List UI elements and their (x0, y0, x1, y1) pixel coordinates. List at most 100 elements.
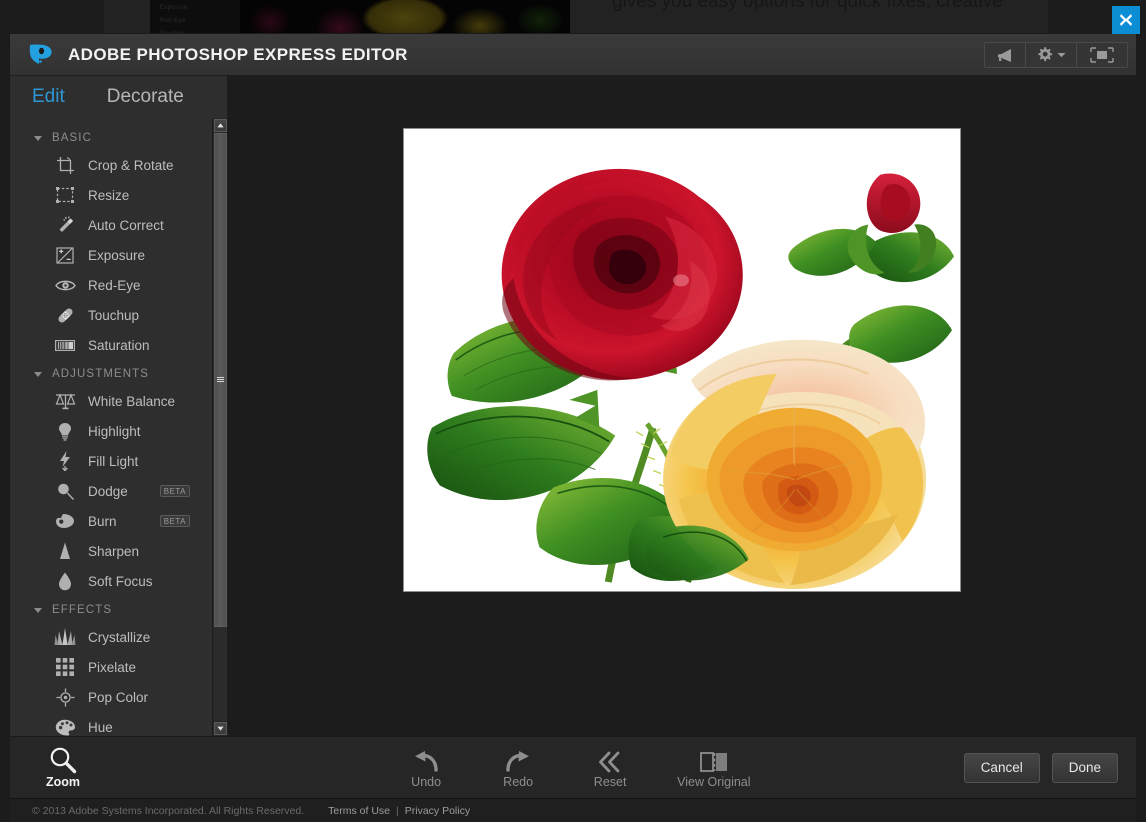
group-title: EFFECTS (52, 604, 113, 616)
eye-icon (54, 275, 76, 295)
sidebar-item-label: White Balance (88, 393, 176, 409)
sidebar-item-crop-rotate[interactable]: Crop & Rotate (10, 150, 212, 180)
magnifier-icon (50, 747, 77, 774)
fullscreen-button[interactable] (1077, 43, 1127, 67)
tools-panel-wrap: BASIC Crop & Rotate Resize Auto Correct … (10, 118, 227, 736)
sidebar-item-fill-light[interactable]: Fill Light (10, 446, 212, 476)
sidebar-item-label: Pixelate (88, 659, 137, 675)
view-original-button[interactable]: View Original (677, 747, 751, 789)
compare-icon (699, 747, 729, 773)
sidebar-item-auto-correct[interactable]: Auto Correct (10, 210, 212, 240)
app-title: ADOBE PHOTOSHOP EXPRESS EDITOR (68, 44, 408, 64)
pixelate-icon (54, 657, 76, 677)
chevron-down-icon (34, 135, 42, 141)
footer-separator: | (396, 804, 399, 817)
megaphone-icon (998, 48, 1011, 62)
undo-icon (412, 747, 440, 773)
sidebar-item-label: Saturation (88, 337, 150, 353)
scrollbar-thumb[interactable] (213, 133, 227, 627)
tools-panel: BASIC Crop & Rotate Resize Auto Correct … (10, 118, 212, 736)
scrollbar-track[interactable] (213, 133, 227, 721)
sidebar-item-label: Touchup (88, 307, 140, 323)
sidebar-item-red-eye[interactable]: Red-Eye (10, 270, 212, 300)
redo-icon (504, 747, 532, 773)
resize-icon (54, 185, 76, 205)
group-header-adjustments[interactable]: ADJUSTMENTS (10, 360, 212, 386)
sidebar-item-pixelate[interactable]: Pixelate (10, 652, 212, 682)
sidebar-item-exposure[interactable]: Exposure (10, 240, 212, 270)
bottom-toolbar: Zoom Undo Redo Reset View Original Cance… (10, 736, 1136, 798)
zoom-button[interactable]: Zoom (32, 746, 94, 789)
lightning-icon (54, 451, 76, 471)
crop-icon (54, 155, 76, 175)
pop-color-icon (54, 687, 76, 707)
exposure-icon (54, 245, 76, 265)
reset-icon (597, 747, 623, 773)
sidebar-item-label: Burn (88, 513, 117, 529)
sidebar-item-label: Crop & Rotate (88, 157, 174, 173)
group-header-effects[interactable]: EFFECTS (10, 596, 212, 622)
scales-icon (54, 391, 76, 411)
toolbar-center: Undo Redo Reset View Original (188, 747, 964, 789)
toolbar-actions: Cancel Done (963, 752, 1118, 783)
sidebar-item-touchup[interactable]: Touchup (10, 300, 212, 330)
photoshop-express-editor-window: ADOBE PHOTOSHOP EXPRESS EDITOR Edit Deco… (10, 34, 1136, 822)
redo-button[interactable]: Redo (493, 747, 543, 789)
done-button[interactable]: Done (1051, 752, 1118, 783)
crystallize-icon (54, 627, 76, 647)
chevron-down-icon (216, 726, 224, 731)
privacy-policy-link[interactable]: Privacy Policy (405, 805, 470, 817)
redo-label: Redo (503, 774, 534, 789)
sidebar-item-highlight[interactable]: Highlight (10, 416, 212, 446)
lightbulb-icon (54, 421, 76, 441)
copyright-text: © 2013 Adobe Systems Incorporated. All R… (32, 804, 305, 817)
tab-decorate[interactable]: Decorate (107, 86, 184, 108)
beta-badge: BETA (159, 485, 190, 497)
sidebar-item-label: Exposure (88, 247, 146, 263)
sidebar-item-dodge[interactable]: Dodge BETA (10, 476, 212, 506)
scrollbar-grip-icon (216, 376, 224, 383)
sidebar-item-resize[interactable]: Resize (10, 180, 212, 210)
chevron-down-icon (1057, 52, 1066, 57)
chevron-down-icon (34, 607, 42, 613)
burn-icon (54, 511, 76, 531)
photoshop-express-logo (29, 44, 52, 64)
feedback-button[interactable] (985, 42, 1026, 67)
sidebar-item-crystallize[interactable]: Crystallize (10, 622, 212, 652)
sidebar-item-soft-focus[interactable]: Soft Focus (10, 566, 212, 596)
chevron-down-icon (34, 371, 42, 377)
titlebar: ADOBE PHOTOSHOP EXPRESS EDITOR (10, 34, 1136, 76)
terms-of-use-link[interactable]: Terms of Use (328, 805, 390, 817)
sidebar-item-label: Hue (88, 719, 113, 735)
group-title: BASIC (52, 132, 93, 144)
image-canvas[interactable] (403, 128, 961, 592)
sidebar-item-label: Highlight (88, 423, 141, 439)
sidebar-scrollbar[interactable] (212, 118, 227, 736)
sidebar-item-pop-color[interactable]: Pop Color (10, 682, 212, 712)
canvas-area[interactable] (228, 76, 1136, 736)
sidebar-item-label: Crystallize (88, 629, 151, 645)
sidebar-tabs: Edit Decorate (10, 76, 227, 118)
sidebar-item-label: Sharpen (88, 543, 140, 559)
close-button[interactable] (1112, 6, 1140, 34)
sidebar-item-burn[interactable]: Burn BETA (10, 506, 212, 536)
cancel-button[interactable]: Cancel (963, 752, 1040, 783)
view-original-label: View Original (677, 774, 751, 789)
settings-button[interactable] (1026, 42, 1077, 67)
undo-button[interactable]: Undo (401, 747, 451, 789)
sidebar-item-label: Soft Focus (88, 573, 153, 589)
sidebar-item-saturation[interactable]: Saturation (10, 330, 212, 360)
sidebar-item-hue[interactable]: Hue (10, 712, 212, 736)
sidebar-item-sharpen[interactable]: Sharpen (10, 536, 212, 566)
group-header-basic[interactable]: BASIC (10, 124, 212, 150)
sidebar-item-white-balance[interactable]: White Balance (10, 386, 212, 416)
sidebar-item-label: Resize (88, 187, 130, 203)
undo-label: Undo (411, 774, 442, 789)
group-title: ADJUSTMENTS (52, 368, 150, 380)
scroll-down-button[interactable] (213, 722, 227, 735)
sidebar-item-label: Pop Color (88, 689, 149, 705)
tab-edit[interactable]: Edit (32, 86, 65, 108)
sidebar-item-label: Auto Correct (88, 217, 164, 233)
scroll-up-button[interactable] (213, 119, 227, 132)
reset-button[interactable]: Reset (585, 747, 635, 789)
